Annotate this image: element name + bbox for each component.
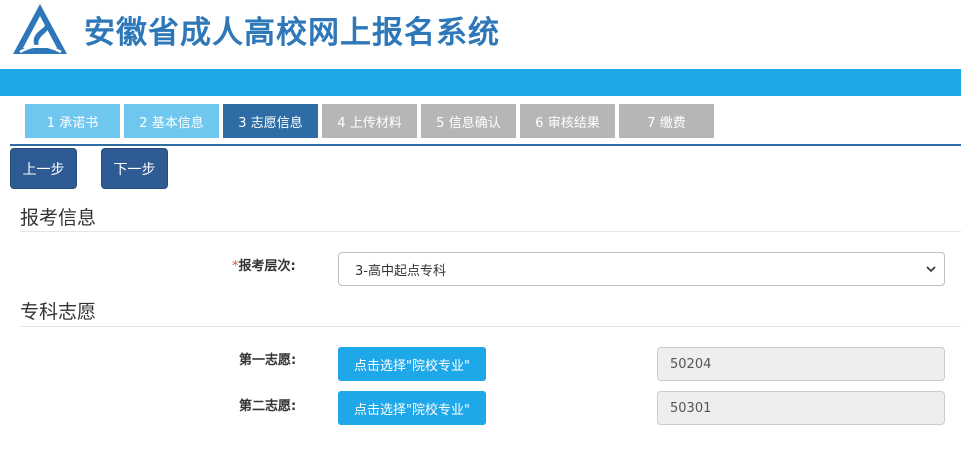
page: 安徽省成人高校网上报名系统 1 承诺书 2 基本信息 3 志愿信息 4 上传材料… xyxy=(0,0,961,470)
level-label: *报考层次: xyxy=(232,255,296,274)
second-wish-label: 第二志愿: xyxy=(239,399,297,414)
second-wish-code-field[interactable]: 50301 xyxy=(657,391,945,425)
steps-divider xyxy=(10,144,961,146)
step-7-payment[interactable]: 7 缴费 xyxy=(619,104,714,138)
step-4-upload[interactable]: 4 上传材料 xyxy=(322,104,417,138)
prev-step-button[interactable]: 上一步 xyxy=(10,148,77,189)
section-divider xyxy=(20,231,961,232)
section-divider xyxy=(20,326,961,327)
header-bar xyxy=(0,69,961,96)
exam-info-title: 报考信息 xyxy=(20,207,97,229)
level-label-text: 报考层次: xyxy=(238,259,296,274)
chevron-down-icon xyxy=(926,266,936,273)
second-wish-choose-button[interactable]: 点击选择"院校专业" xyxy=(338,391,486,425)
step-3-wish-info[interactable]: 3 志愿信息 xyxy=(223,104,318,138)
logo-triangle-icon xyxy=(13,4,67,54)
step-2-basic-info[interactable]: 2 基本信息 xyxy=(124,104,219,138)
first-wish-code-field[interactable]: 50204 xyxy=(657,347,945,381)
level-select-value: 3-高中起点专科 xyxy=(355,263,446,279)
level-select[interactable]: 3-高中起点专科 xyxy=(338,252,945,286)
first-wish-label: 第一志愿: xyxy=(239,353,297,368)
first-wish-choose-button[interactable]: 点击选择"院校专业" xyxy=(338,347,486,381)
step-5-confirm[interactable]: 5 信息确认 xyxy=(421,104,516,138)
site-title: 安徽省成人高校网上报名系统 xyxy=(84,15,500,51)
next-step-button[interactable]: 下一步 xyxy=(101,148,168,189)
wishes-title: 专科志愿 xyxy=(20,301,97,323)
header: 安徽省成人高校网上报名系统 xyxy=(0,0,961,68)
step-1-promise[interactable]: 1 承诺书 xyxy=(25,104,120,138)
step-6-review[interactable]: 6 审核结果 xyxy=(520,104,615,138)
